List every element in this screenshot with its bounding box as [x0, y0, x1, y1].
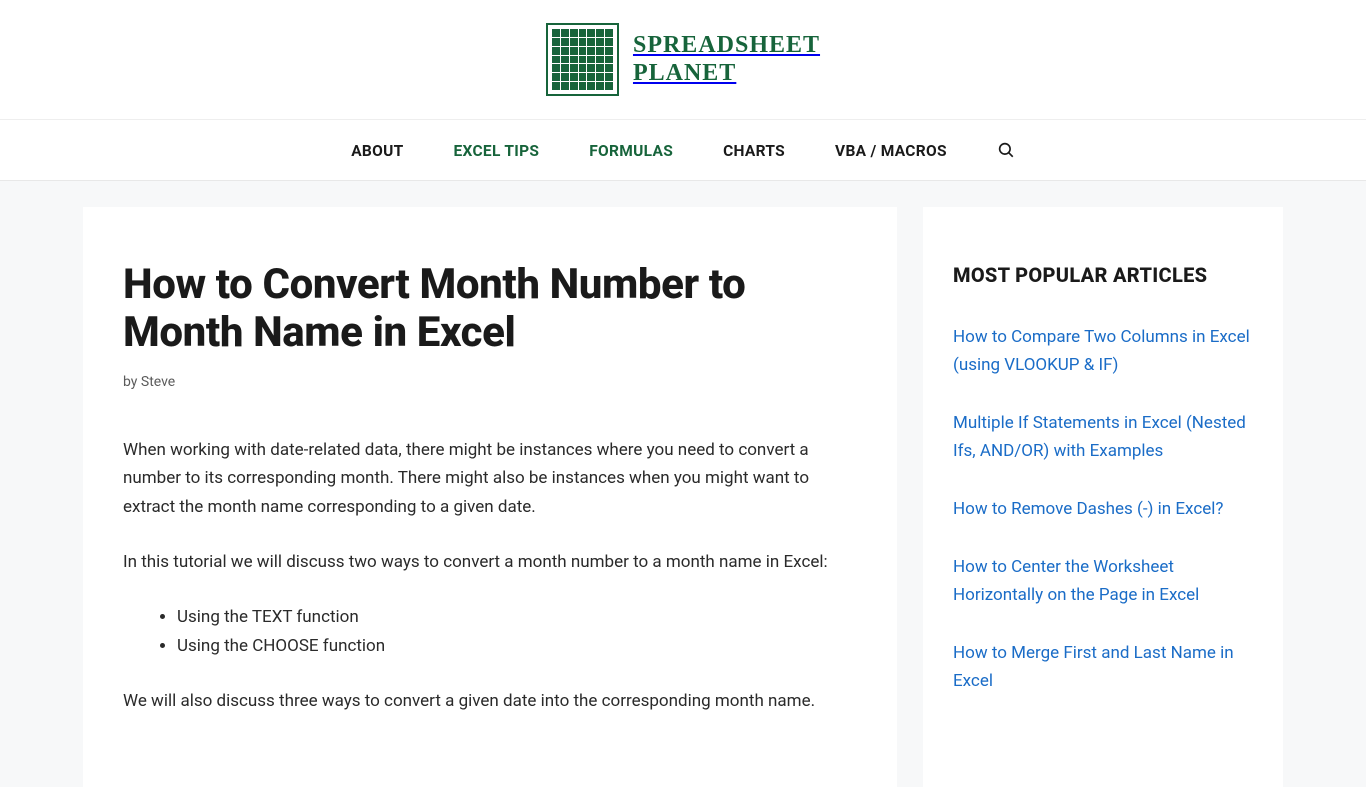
- nav-link[interactable]: CHARTS: [723, 142, 785, 160]
- list-item: Using the TEXT function: [177, 603, 857, 632]
- nav-item-formulas[interactable]: FORMULAS: [589, 141, 673, 160]
- nav-item-excel-tips[interactable]: EXCEL TIPS: [454, 141, 540, 160]
- paragraph: In this tutorial we will discuss two way…: [123, 548, 857, 577]
- author-link[interactable]: Steve: [141, 374, 175, 390]
- popular-link[interactable]: How to Center the Worksheet Horizontally…: [953, 557, 1199, 605]
- sidebar: MOST POPULAR ARTICLES How to Compare Two…: [923, 207, 1283, 787]
- popular-item: Multiple If Statements in Excel (Nested …: [953, 409, 1253, 465]
- popular-link[interactable]: How to Compare Two Columns in Excel (usi…: [953, 327, 1250, 375]
- logo-link[interactable]: SPREADSHEET PLANET: [546, 23, 820, 96]
- nav-list: ABOUT EXCEL TIPS FORMULAS CHARTS VBA / M…: [351, 141, 1015, 160]
- logo-grid-icon: [546, 23, 619, 96]
- method-list: Using the TEXT function Using the CHOOSE…: [177, 603, 857, 661]
- nav-link[interactable]: EXCEL TIPS: [454, 142, 540, 160]
- nav-item-charts[interactable]: CHARTS: [723, 141, 785, 160]
- nav-item-about[interactable]: ABOUT: [351, 141, 403, 160]
- byline: by Steve: [123, 374, 857, 390]
- popular-item: How to Center the Worksheet Horizontally…: [953, 553, 1253, 609]
- popular-articles-list: How to Compare Two Columns in Excel (usi…: [953, 323, 1253, 695]
- nav-link[interactable]: VBA / MACROS: [835, 142, 947, 160]
- popular-link[interactable]: How to Merge First and Last Name in Exce…: [953, 643, 1234, 691]
- nav-link[interactable]: FORMULAS: [589, 142, 673, 160]
- popular-item: How to Merge First and Last Name in Exce…: [953, 639, 1253, 695]
- popular-item: How to Remove Dashes (-) in Excel?: [953, 495, 1253, 523]
- byline-prefix: by: [123, 374, 141, 390]
- brand-line2: PLANET: [633, 60, 820, 88]
- paragraph: When working with date-related data, the…: [123, 436, 857, 523]
- main-nav: ABOUT EXCEL TIPS FORMULAS CHARTS VBA / M…: [0, 120, 1366, 181]
- search-button[interactable]: [997, 141, 1015, 159]
- brand-line1: SPREADSHEET: [633, 32, 820, 60]
- article-body: When working with date-related data, the…: [123, 436, 857, 716]
- popular-link[interactable]: How to Remove Dashes (-) in Excel?: [953, 499, 1223, 519]
- popular-item: How to Compare Two Columns in Excel (usi…: [953, 323, 1253, 379]
- site-header: SPREADSHEET PLANET: [0, 0, 1366, 120]
- article-title: How to Convert Month Number to Month Nam…: [123, 261, 857, 358]
- list-item: Using the CHOOSE function: [177, 632, 857, 661]
- nav-link[interactable]: ABOUT: [351, 142, 403, 160]
- sidebar-heading: MOST POPULAR ARTICLES: [953, 263, 1253, 287]
- paragraph: We will also discuss three ways to conve…: [123, 687, 857, 716]
- article: How to Convert Month Number to Month Nam…: [83, 207, 897, 787]
- page-content: How to Convert Month Number to Month Nam…: [0, 181, 1366, 787]
- logo-text: SPREADSHEET PLANET: [633, 32, 820, 87]
- search-icon: [997, 141, 1015, 159]
- nav-item-vba-macros[interactable]: VBA / MACROS: [835, 141, 947, 160]
- popular-link[interactable]: Multiple If Statements in Excel (Nested …: [953, 413, 1246, 461]
